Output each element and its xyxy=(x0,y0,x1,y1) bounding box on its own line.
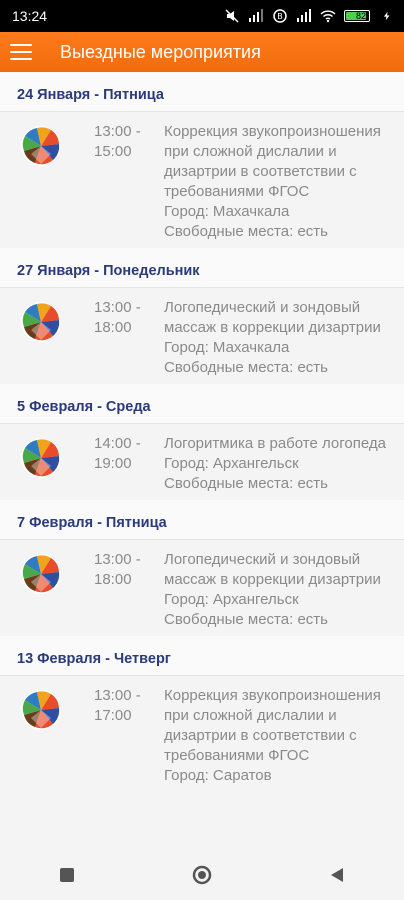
status-time: 13:24 xyxy=(12,8,48,24)
event-time-end: 15:00 xyxy=(94,143,132,160)
event-time: 13:00 - 18:00 xyxy=(94,298,164,378)
event-group: 27 Января - Понедельник 13:00 - 18:00 Ло… xyxy=(0,248,404,384)
status-icons: B 82 xyxy=(224,8,392,24)
event-seats: Свободные места: есть xyxy=(164,223,328,240)
system-nav-bar xyxy=(0,850,404,900)
events-list[interactable]: 24 Января - Пятница 13:00 - 15:00 Коррек… xyxy=(0,72,404,850)
event-item[interactable]: 13:00 - 15:00 Коррекция звукопроизношени… xyxy=(0,112,404,248)
event-date-header: 13 Февраля - Четверг xyxy=(0,636,404,676)
battery-level: 82 xyxy=(355,11,366,21)
event-time-start: 13:00 - xyxy=(94,687,141,704)
org-logo-icon xyxy=(21,302,61,342)
event-info: Логоритмика в работе логопеда Город: Арх… xyxy=(164,434,404,494)
event-time-end: 19:00 xyxy=(94,455,132,472)
event-item[interactable]: 13:00 - 18:00 Логопедический и зондовый … xyxy=(0,540,404,636)
event-date-header: 7 Февраля - Пятница xyxy=(0,500,404,540)
event-time-end: 18:00 xyxy=(94,571,132,588)
signal-icon-2 xyxy=(297,9,311,22)
home-button[interactable] xyxy=(182,855,222,895)
square-icon xyxy=(60,868,75,882)
event-title: Логопедический и зондовый массаж в корре… xyxy=(164,299,381,336)
signal-icon-1 xyxy=(249,9,263,22)
circle-icon xyxy=(192,865,212,885)
event-item[interactable]: 13:00 - 17:00 Коррекция звукопроизношени… xyxy=(0,676,404,792)
event-date-header: 24 Января - Пятница xyxy=(0,72,404,112)
event-time-start: 13:00 - xyxy=(94,551,141,568)
hamburger-icon[interactable] xyxy=(10,44,32,60)
event-seats: Свободные места: есть xyxy=(164,359,328,376)
event-item[interactable]: 13:00 - 18:00 Логопедический и зондовый … xyxy=(0,288,404,384)
mute-icon xyxy=(225,9,239,23)
event-info: Коррекция звукопроизношения при сложной … xyxy=(164,686,404,786)
org-logo-icon xyxy=(21,438,61,478)
event-time: 14:00 - 19:00 xyxy=(94,434,164,494)
triangle-back-icon xyxy=(330,868,343,882)
event-info: Коррекция звукопроизношения при сложной … xyxy=(164,122,404,242)
event-time-start: 13:00 - xyxy=(94,299,141,316)
event-seats: Свободные места: есть xyxy=(164,611,328,628)
event-city: Город: Архангельск xyxy=(164,591,299,608)
back-button[interactable] xyxy=(317,855,357,895)
event-title: Коррекция звукопроизношения при сложной … xyxy=(164,123,381,200)
event-time-start: 13:00 - xyxy=(94,123,141,140)
recent-apps-button[interactable] xyxy=(47,855,87,895)
event-city: Город: Архангельск xyxy=(164,455,299,472)
app-bar: Выездные мероприятия xyxy=(0,32,404,72)
event-time-start: 14:00 - xyxy=(94,435,141,452)
event-group: 24 Января - Пятница 13:00 - 15:00 Коррек… xyxy=(0,72,404,248)
event-time: 13:00 - 15:00 xyxy=(94,122,164,242)
event-info: Логопедический и зондовый массаж в корре… xyxy=(164,298,404,378)
page-title: Выездные мероприятия xyxy=(60,41,261,62)
event-date-header: 27 Января - Понедельник xyxy=(0,248,404,288)
event-title: Логопедический и зондовый массаж в корре… xyxy=(164,551,381,588)
event-group: 13 Февраля - Четверг 13:00 - 17:00 Корре… xyxy=(0,636,404,792)
event-group: 7 Февраля - Пятница 13:00 - 18:00 Логопе… xyxy=(0,500,404,636)
org-logo-icon xyxy=(21,554,61,594)
event-date-header: 5 Февраля - Среда xyxy=(0,384,404,424)
event-time: 13:00 - 17:00 xyxy=(94,686,164,786)
event-info: Логопедический и зондовый массаж в корре… xyxy=(164,550,404,630)
event-city: Город: Махачкала xyxy=(164,339,290,356)
event-seats: Свободные места: есть xyxy=(164,475,328,492)
svg-text:B: B xyxy=(277,12,283,21)
event-title: Логоритмика в работе логопеда xyxy=(164,435,386,452)
event-time: 13:00 - 18:00 xyxy=(94,550,164,630)
event-city: Город: Махачкала xyxy=(164,203,290,220)
wifi-icon xyxy=(320,10,336,23)
org-logo-icon xyxy=(21,690,61,730)
event-time-end: 17:00 xyxy=(94,707,132,724)
status-bar: 13:24 B 82 xyxy=(0,0,404,32)
org-logo-icon xyxy=(21,126,61,166)
event-title: Коррекция звукопроизношения при сложной … xyxy=(164,687,381,764)
charging-icon xyxy=(383,11,390,21)
event-group: 5 Февраля - Среда 14:00 - 19:00 Логоритм… xyxy=(0,384,404,500)
event-item[interactable]: 14:00 - 19:00 Логоритмика в работе логоп… xyxy=(0,424,404,500)
event-city: Город: Саратов xyxy=(164,767,272,784)
event-time-end: 18:00 xyxy=(94,319,132,336)
data-saver-icon: B xyxy=(273,9,287,23)
